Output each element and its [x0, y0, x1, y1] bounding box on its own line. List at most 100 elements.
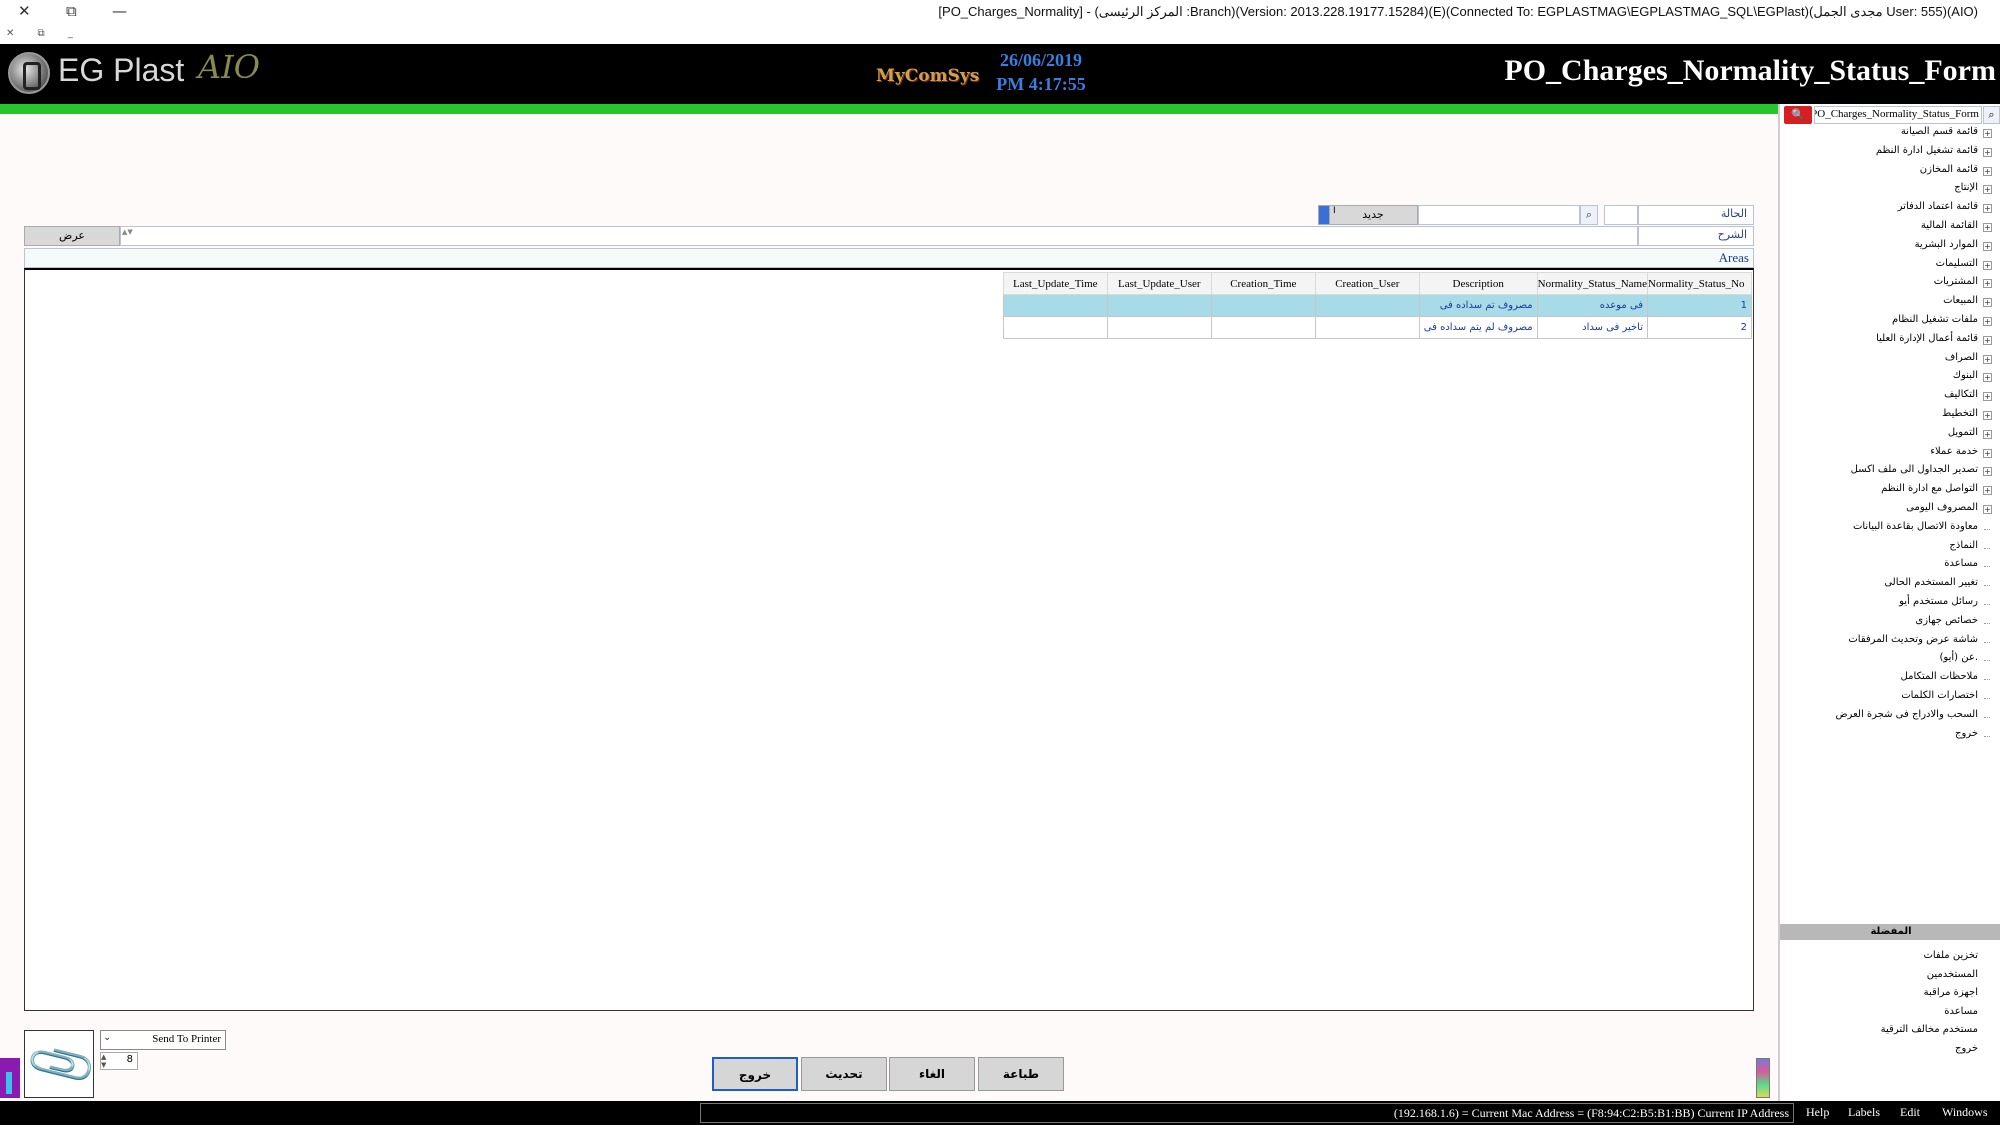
favorite-item[interactable]: مساعدة [1944, 1006, 1978, 1024]
sidebar-tree-item[interactable]: عن (أيو). [1940, 652, 1992, 670]
close-icon[interactable]: ✕ [18, 2, 31, 20]
attachment-button[interactable]: 📎 [22, 1026, 100, 1103]
status-code-field[interactable] [1604, 205, 1638, 225]
sidebar-tree-item[interactable]: الإنتاج + [1954, 182, 1992, 200]
column-header[interactable]: Creation_Time [1210, 272, 1316, 295]
expand-plus-icon[interactable]: + [1983, 429, 1992, 439]
table-row[interactable]: مصروف لم يتم سداده فى تاخير فى سداد 2 [1002, 316, 1752, 339]
sidebar-tree-item[interactable]: شاشة عرض وتحديث المرفقات [1848, 634, 1992, 652]
sidebar-tree-item[interactable]: التمويل + [1948, 427, 1992, 445]
expand-plus-icon[interactable]: + [1983, 223, 1992, 232]
sidebar-tree-item[interactable]: ملفات تشغيل النظام + [1892, 314, 1992, 332]
table-cell[interactable]: تاخير فى سداد [1536, 316, 1649, 339]
table-cell[interactable]: 1 [1647, 294, 1752, 317]
column-header[interactable]: Normality_Status_No [1647, 272, 1752, 295]
sidebar-tree-item[interactable]: قائمة المخازن + [1920, 164, 1992, 182]
sidebar-tree-item[interactable]: الصراف + [1945, 352, 1992, 370]
status-search-input[interactable] [1418, 205, 1580, 225]
refresh-button[interactable]: تحديث [801, 1057, 887, 1091]
sidebar-tree-item[interactable]: قائمة اعتماد الدفاتر + [1898, 201, 1992, 219]
column-header[interactable]: Normality_Status_Name [1536, 272, 1649, 295]
favorite-item[interactable]: اجهزة مراقبة [1924, 987, 1978, 1005]
sidebar-tree-item[interactable]: التواصل مع ادارة النظم + [1881, 483, 1992, 501]
table-cell[interactable] [1002, 316, 1108, 339]
table-cell[interactable] [1210, 316, 1316, 339]
sidebar-tree-item[interactable]: التخطيط + [1942, 408, 1992, 426]
expand-plus-icon[interactable]: + [1983, 317, 1992, 326]
table-cell[interactable] [1002, 294, 1108, 317]
table-row[interactable]: مصروف تم سداده فى فى موعده 1 [1002, 294, 1752, 317]
expand-plus-icon[interactable]: + [1983, 129, 1992, 138]
favorite-item[interactable]: مستخدم مخالف الترقية [1881, 1024, 1978, 1042]
scroll-spin-icon[interactable]: ▲▼ [122, 229, 133, 236]
sidebar-tree-item[interactable]: قائمة أعمال الإدارة العليا + [1876, 333, 1992, 351]
expand-plus-icon[interactable]: + [1983, 354, 1992, 364]
favorite-item[interactable]: خروج [1955, 1043, 1978, 1061]
sidebar-tree-item[interactable]: القائمة المالية + [1921, 220, 1992, 238]
sidebar-tree-item[interactable]: رسائل مستخدم أيو [1899, 596, 1992, 614]
table-cell[interactable]: مصروف تم سداده فى [1418, 294, 1538, 317]
description-input[interactable] [120, 226, 1638, 246]
expand-plus-icon[interactable]: + [1983, 147, 1992, 157]
search-icon[interactable]: ⌕ [1580, 205, 1598, 225]
menu-edit[interactable]: Edit [1900, 1105, 1920, 1120]
sidebar-tree-item[interactable]: التكاليف + [1944, 389, 1992, 407]
sidebar-tree-item[interactable]: البنوك + [1953, 370, 1992, 388]
expand-plus-icon[interactable]: + [1983, 185, 1992, 195]
expand-plus-icon[interactable]: + [1983, 373, 1992, 383]
expand-plus-icon[interactable]: + [1983, 298, 1992, 308]
table-cell[interactable]: فى موعده [1536, 294, 1649, 317]
expand-plus-icon[interactable]: + [1983, 467, 1992, 477]
minimize-icon[interactable]: — [112, 2, 127, 20]
expand-plus-icon[interactable]: + [1983, 260, 1992, 270]
expand-plus-icon[interactable]: + [1983, 411, 1992, 420]
favorite-item[interactable]: المستخدمين [1927, 969, 1978, 987]
sidebar-tree-item[interactable]: مساعدة [1944, 558, 1992, 576]
sidebar-tree-item[interactable]: معاودة الاتصال بقاعدة البيانات [1853, 521, 1992, 539]
table-cell[interactable] [1314, 316, 1420, 339]
sidebar-tree-item[interactable]: النماذج [1949, 540, 1992, 558]
new-button[interactable]: جديد [1328, 205, 1418, 225]
search-go-icon[interactable]: ⌕ [1983, 106, 2000, 124]
sidebar-tree-item[interactable]: التسليمات + [1936, 258, 1992, 276]
sidebar-tree-item[interactable]: خصائص جهازى [1915, 615, 1992, 633]
data-grid[interactable]: Last_Update_Time Last_Update_User Creati… [24, 268, 1754, 1011]
column-header[interactable]: Creation_User [1314, 272, 1420, 295]
expand-plus-icon[interactable]: + [1983, 392, 1992, 402]
column-header[interactable]: Last_Update_Time [1002, 272, 1108, 295]
sidebar-search-input[interactable]: PO_Charges_Normality_Status_Form [1814, 106, 1982, 124]
cancel-button[interactable]: الغاء [889, 1057, 975, 1091]
sidebar-tree-item[interactable]: الموارد البشرية + [1915, 239, 1992, 257]
mdi-controls[interactable]: ✕ ⧉ _ [6, 28, 83, 39]
table-cell[interactable] [1210, 294, 1316, 317]
sidebar-tree-item[interactable]: تغيير المستخدم الحالى [1884, 577, 1992, 595]
sidebar-tree-item[interactable]: المبيعات + [1943, 295, 1992, 313]
expand-plus-icon[interactable]: + [1983, 505, 1992, 514]
expand-plus-icon[interactable]: + [1983, 279, 1992, 289]
sidebar-tree-item[interactable]: المشتريات + [1934, 276, 1992, 294]
table-cell[interactable] [1314, 294, 1420, 317]
expand-plus-icon[interactable]: + [1983, 486, 1992, 496]
sidebar-tree-item[interactable]: قائمة تشغيل ادارة النظم + [1876, 145, 1992, 163]
favorite-item[interactable]: تخزين ملفات [1923, 950, 1978, 968]
sidebar-tree-item[interactable]: المصروف اليومى + [1906, 502, 1992, 520]
column-header[interactable]: Description [1418, 272, 1538, 295]
column-header[interactable]: Last_Update_User [1106, 272, 1212, 295]
sidebar-tree-item[interactable]: السحب والادراج فى شجرة العرض [1835, 709, 1992, 727]
menu-labels[interactable]: Labels [1848, 1105, 1880, 1120]
printer-select[interactable]: Send To Printer [100, 1030, 226, 1050]
restore-icon[interactable]: ⧉ [66, 2, 77, 20]
table-cell[interactable] [1106, 294, 1212, 317]
table-cell[interactable]: 2 [1647, 316, 1752, 339]
sidebar-tree-item[interactable]: خدمة عملاء + [1930, 446, 1992, 464]
sidebar-tree-item[interactable]: تصدير الجداول الى ملف اكسل + [1851, 464, 1992, 482]
expand-plus-icon[interactable]: + [1983, 166, 1992, 176]
expand-plus-icon[interactable]: + [1983, 335, 1992, 345]
search-icon[interactable]: 🔍 [1784, 106, 1812, 124]
expand-plus-icon[interactable]: + [1983, 241, 1992, 251]
sidebar-tree-item[interactable]: قائمة قسم الصيانة + [1901, 126, 1992, 144]
stepper-arrows-icon[interactable]: ▲ ▼ [101, 1053, 106, 1069]
table-cell[interactable] [1106, 316, 1212, 339]
exit-button[interactable]: خروج [712, 1057, 798, 1091]
expand-plus-icon[interactable]: + [1983, 448, 1992, 458]
